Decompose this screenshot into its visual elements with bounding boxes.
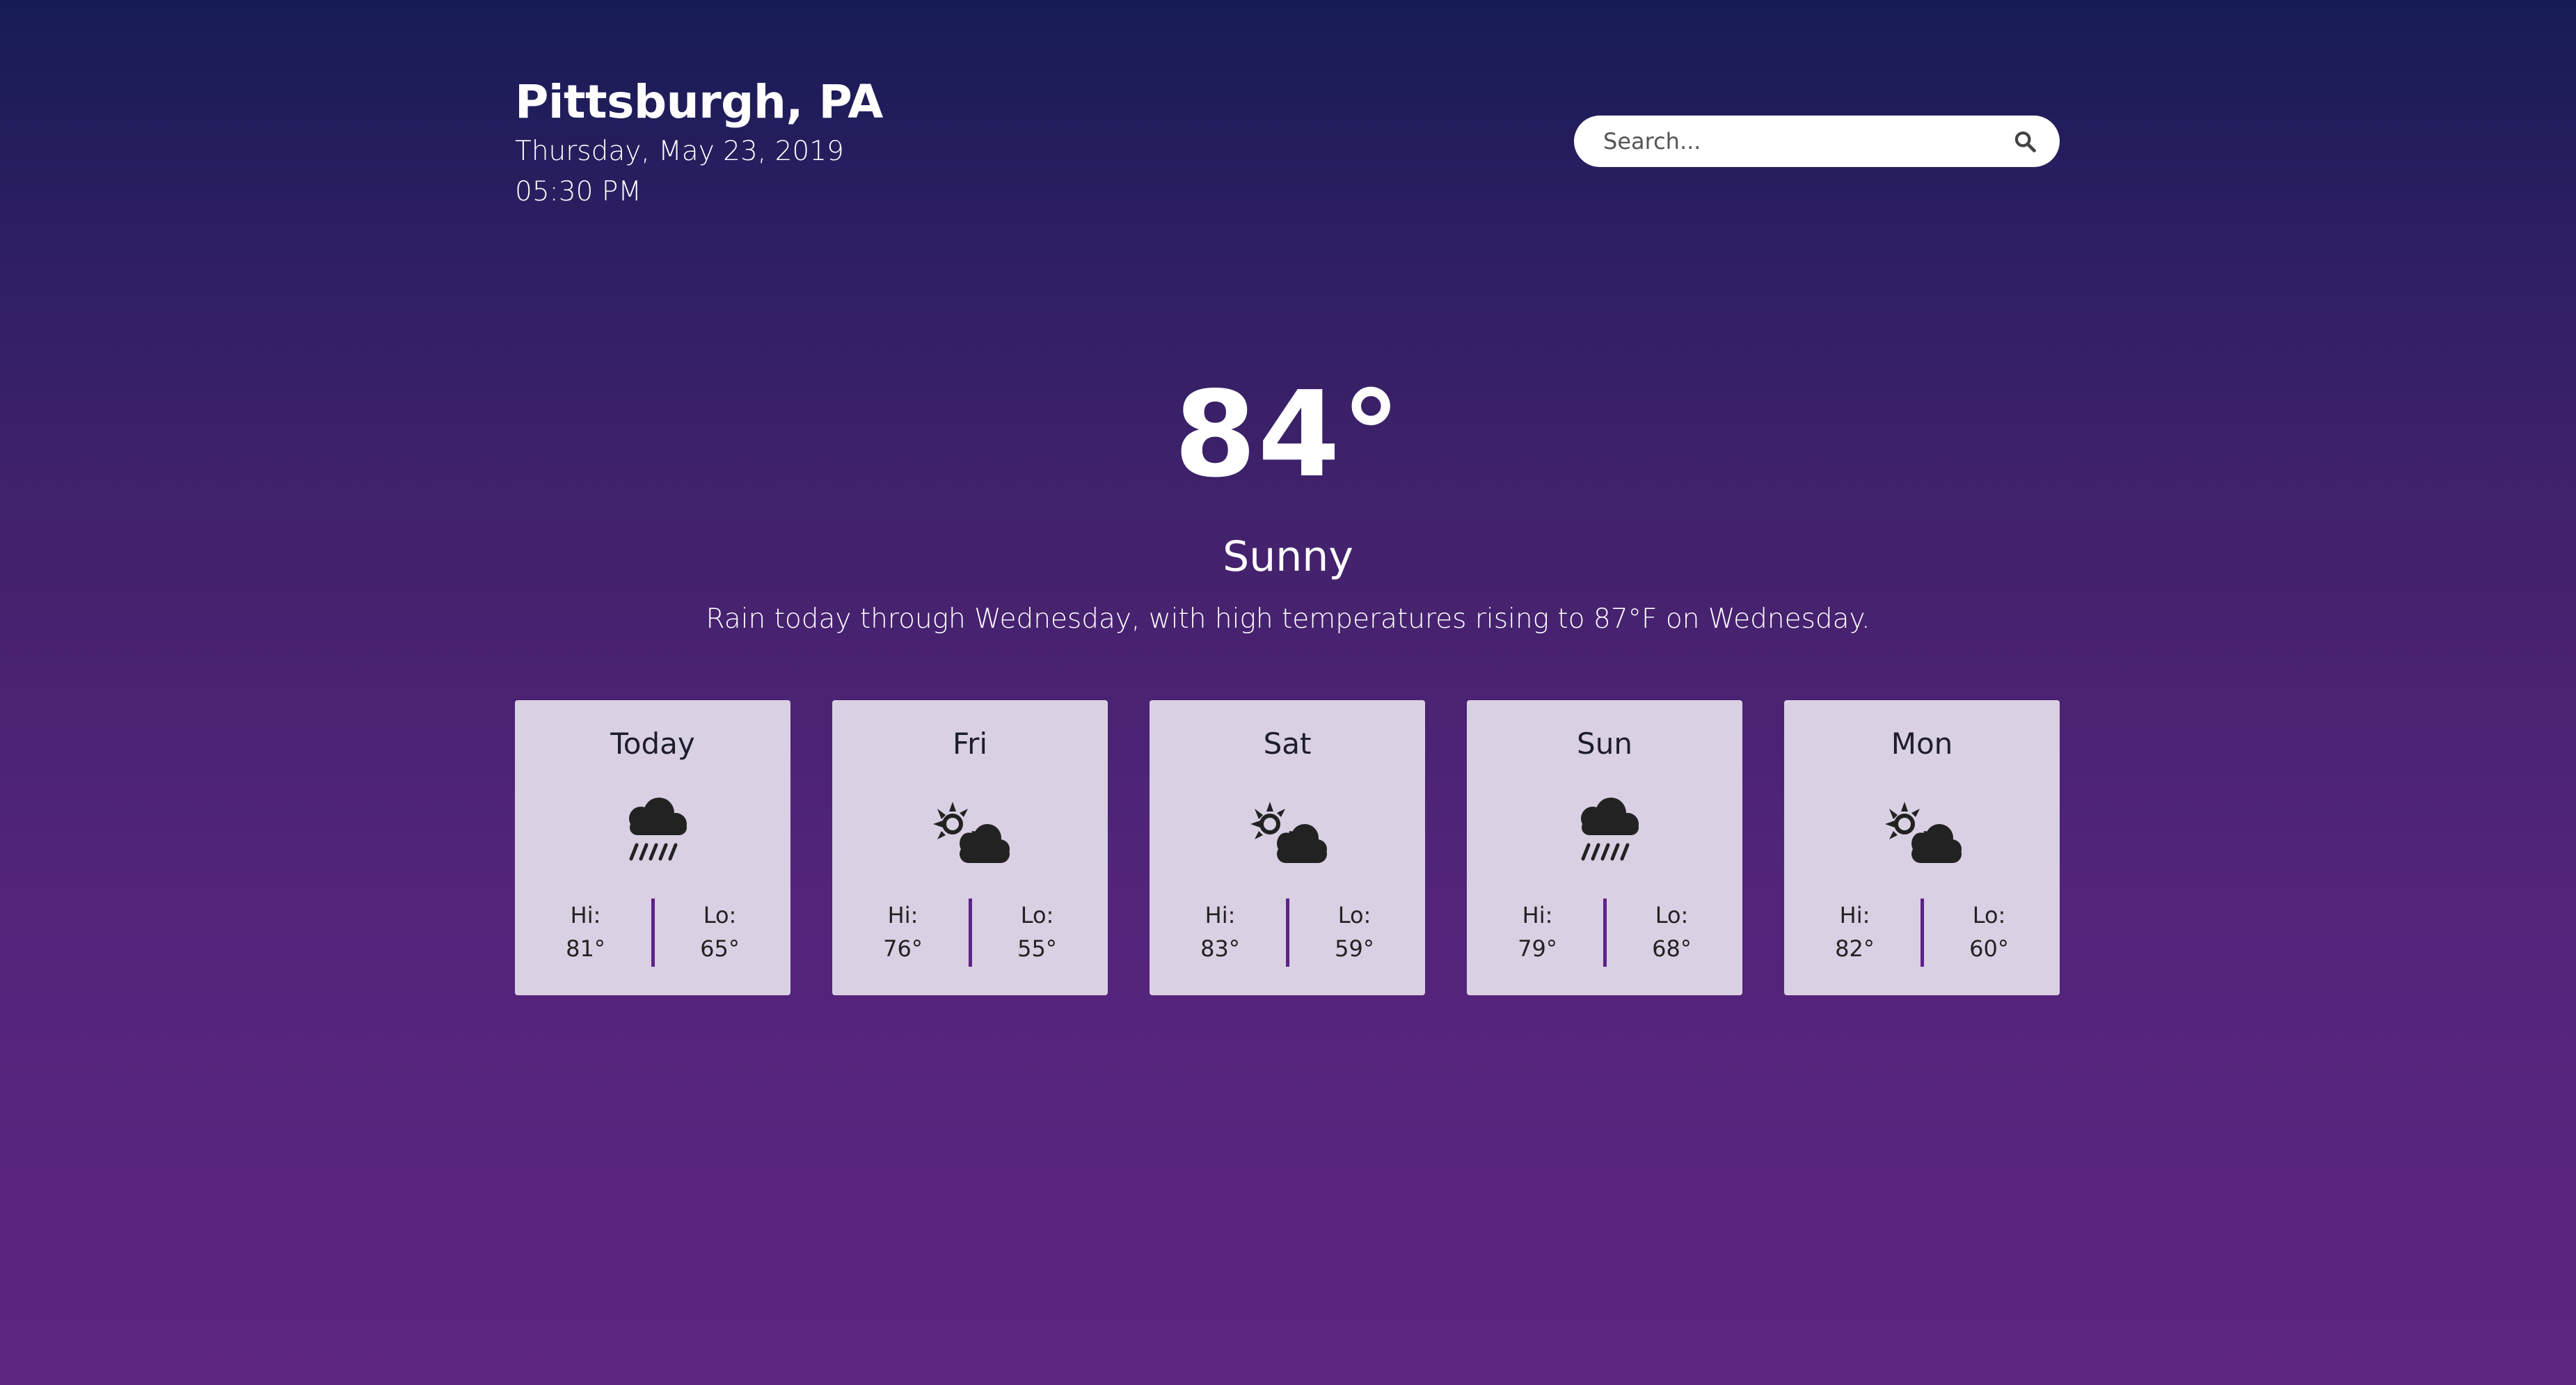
hi-value: 83° [1200,935,1240,962]
forecast-day: Sun [1577,727,1632,761]
hi-lo-temps: Hi: 81° Lo: 65° [515,899,790,967]
location-header: Pittsburgh, PA Thursday, May 23, 2019 05… [515,73,883,212]
city-name: Pittsburgh, PA [515,75,883,129]
hi-temp: Hi: 81° [520,899,651,967]
hi-label: Hi: [1522,902,1553,928]
lo-value: 65° [700,935,740,962]
lo-temp: Lo: 65° [655,899,786,967]
lo-temp: Lo: 68° [1607,899,1738,967]
partly-cloudy-icon [1242,796,1333,873]
forecast-day: Mon [1891,727,1953,761]
lo-label: Lo: [1655,902,1689,928]
current-weather: 84° Sunny Rain today through Wednesday, … [0,362,2576,640]
hi-lo-temps: Hi: 83° Lo: 59° [1150,899,1425,967]
lo-value: 55° [1017,935,1057,962]
hi-value: 81° [566,935,605,962]
hi-temp: Hi: 79° [1472,899,1603,967]
rain-icon [1559,796,1650,873]
search-icon[interactable] [2011,127,2039,155]
lo-label: Lo: [703,902,737,928]
partly-cloudy-icon [1877,796,1967,873]
search-bar[interactable] [1574,116,2060,167]
lo-temp: Lo: 59° [1289,899,1420,967]
forecast-day: Fri [952,727,988,761]
forecast-card-sun[interactable]: Sun Hi: 79° Lo: 68° [1467,700,1742,995]
lo-temp: Lo: 60° [1924,899,2055,967]
hi-label: Hi: [570,902,601,928]
lo-temp: Lo: 55° [972,899,1103,967]
hi-label: Hi: [1204,902,1236,928]
forecast-card-today[interactable]: Today Hi: 81° Lo: 65° [515,700,790,995]
hi-value: 82° [1835,935,1875,962]
lo-label: Lo: [1020,902,1054,928]
search-input[interactable] [1602,127,2011,155]
weather-summary: Rain today through Wednesday, with high … [706,603,1870,635]
hi-label: Hi: [1839,902,1870,928]
hi-value: 76° [883,935,923,962]
hi-lo-temps: Hi: 79° Lo: 68° [1467,899,1742,967]
rain-icon [607,796,698,873]
hi-value: 79° [1518,935,1557,962]
lo-value: 68° [1652,935,1692,962]
hi-label: Hi: [887,902,919,928]
partly-cloudy-icon [925,796,1015,873]
current-time: 05:30 PM [515,176,642,207]
forecast-card-mon[interactable]: Mon Hi: 82° Lo: 60° [1784,700,2060,995]
hi-temp: Hi: 76° [838,899,969,967]
forecast-card-sat[interactable]: Sat Hi: 83° Lo: 59° [1150,700,1425,995]
lo-label: Lo: [1337,902,1372,928]
forecast-card-fri[interactable]: Fri Hi: 76° Lo: 55° [832,700,1108,995]
forecast-day: Sat [1263,727,1312,761]
current-date: Thursday, May 23, 2019 [515,136,844,167]
current-temperature: 84° [1174,366,1402,504]
lo-value: 59° [1335,935,1374,962]
hi-lo-temps: Hi: 76° Lo: 55° [832,899,1108,967]
hi-temp: Hi: 83° [1155,899,1286,967]
hi-temp: Hi: 82° [1790,899,1921,967]
lo-value: 60° [1969,935,2009,962]
forecast-list: Today Hi: 81° Lo: 65° Fri Hi: 76° Lo: 55… [515,700,2060,995]
lo-label: Lo: [1972,902,2006,928]
hi-lo-temps: Hi: 82° Lo: 60° [1784,899,2060,967]
forecast-day: Today [610,727,695,761]
current-condition: Sunny [1223,532,1353,581]
